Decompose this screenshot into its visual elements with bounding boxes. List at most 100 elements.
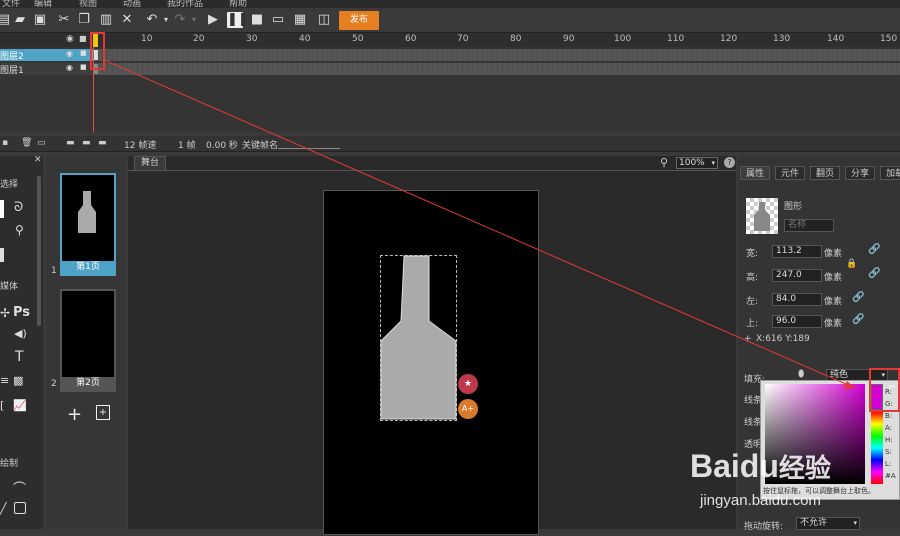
stage-tab[interactable]: 舞台 [134, 156, 166, 170]
effect-badge-icon[interactable]: ★ [458, 374, 478, 394]
watermark-brand-cn: 经验 [778, 453, 831, 483]
page-thumbnail[interactable]: 第2页 [60, 289, 116, 392]
eye-icon[interactable]: ◉ [66, 49, 73, 58]
line-icon[interactable]: ╱ [0, 502, 7, 515]
open-folder-icon[interactable]: ▰ [12, 12, 28, 28]
tab-loading[interactable]: 加载 [880, 166, 900, 180]
remove-frame-icon[interactable]: ▬ [98, 138, 107, 148]
height-field[interactable]: 247.0 [772, 269, 822, 282]
bracket-icon[interactable]: [ [0, 399, 4, 412]
close-icon[interactable]: ✕ [34, 155, 42, 165]
link-icon[interactable]: 🔗 [852, 292, 864, 303]
pause-icon[interactable]: ❚❚ [227, 12, 249, 28]
photoshop-icon[interactable]: Ps [13, 305, 30, 320]
hand-tool[interactable] [0, 248, 4, 262]
hue-slider[interactable] [871, 412, 883, 484]
delete-layer-icon[interactable]: 🗑 [21, 138, 32, 148]
keyframe-name-input[interactable] [278, 148, 340, 149]
cut-icon[interactable]: ✂ [56, 12, 72, 28]
zoom-select[interactable]: 100% ▾ [676, 157, 718, 169]
link-icon[interactable]: 🔗 [868, 244, 880, 255]
play-icon[interactable]: ▶ [205, 12, 221, 28]
add-page-icon[interactable]: + [67, 404, 82, 425]
layer-name: 图层2 [0, 52, 24, 62]
menu-animation[interactable]: 动画 [123, 0, 141, 8]
rectangle-icon[interactable] [14, 502, 26, 514]
name-field[interactable]: 名称 [784, 219, 834, 232]
ruler-tick: 150 [880, 34, 898, 44]
insert-keyframe-icon[interactable]: ▬ [82, 138, 91, 148]
qrcode-icon[interactable]: ▦ [292, 12, 308, 28]
publish-settings-icon[interactable]: ◫ [316, 12, 332, 28]
add-icon[interactable]: ✢ [0, 306, 10, 320]
watermark-brand: Baidu [690, 448, 779, 484]
drag-rotate-label: 拖动旋转: [744, 522, 784, 532]
audio-icon[interactable]: ◀) [14, 327, 27, 340]
insert-frame-icon[interactable]: ▬ [66, 138, 75, 148]
insert-page-icon[interactable]: + [96, 405, 110, 420]
eyedropper-icon[interactable]: ✒ [888, 382, 896, 393]
layer-row[interactable]: 图层2 ◉ ■ [0, 49, 900, 62]
menu-my-works[interactable]: 我的作品 [167, 0, 203, 8]
unit-label: 像素 [824, 249, 843, 259]
stop-icon[interactable]: ■ [249, 12, 265, 28]
image-icon[interactable]: ▩ [13, 374, 23, 387]
search-icon[interactable]: ⚲ [660, 156, 668, 169]
page-label: 第1页 [62, 261, 114, 274]
delete-icon[interactable]: ✕ [119, 12, 135, 28]
bottle-shape[interactable] [324, 191, 540, 536]
drag-rotate-select[interactable]: 不允许 ▾ [796, 517, 860, 530]
menu-help[interactable]: 帮助 [229, 0, 247, 8]
link-icon[interactable]: 🔗 [868, 268, 880, 279]
page-label: 第2页 [62, 377, 114, 390]
menu-edit[interactable]: 编辑 [34, 0, 52, 8]
list-icon[interactable]: ≡ [0, 374, 9, 387]
select-tool[interactable] [0, 200, 4, 218]
text-icon[interactable]: T [15, 349, 24, 365]
width-field[interactable]: 113.2 [772, 245, 822, 258]
publish-button[interactable]: 发布 [339, 11, 379, 30]
menu-view[interactable]: 视图 [79, 0, 97, 8]
preview-icon[interactable]: ▭ [270, 12, 286, 28]
keyframe-name-label: 关键帧名 [242, 141, 279, 151]
animation-badge-icon[interactable]: A+ [458, 399, 478, 419]
shape-preview [746, 198, 778, 234]
tab-elements[interactable]: 元件 [775, 166, 805, 180]
folder-icon[interactable]: ▭ [37, 138, 46, 148]
help-icon[interactable]: ? [724, 157, 735, 168]
lock-icon[interactable]: ■ [80, 63, 87, 71]
paste-icon[interactable]: ▥ [98, 12, 114, 28]
tab-page-turn[interactable]: 翻页 [810, 166, 840, 180]
tab-properties[interactable]: 属性 [740, 166, 770, 180]
curve-icon[interactable]: ⌒ [13, 478, 26, 497]
zoom-icon[interactable]: ⚲ [15, 223, 24, 237]
top-field[interactable]: 96.0 [772, 315, 822, 328]
left-field[interactable]: 84.0 [772, 293, 822, 306]
unit-label: 像素 [824, 319, 843, 329]
coords-readout: X:616 Y:189 [756, 334, 810, 344]
lasso-icon[interactable]: ᘐ [14, 200, 23, 215]
frame-track[interactable] [93, 49, 900, 61]
eye-icon[interactable]: ◉ [66, 34, 74, 44]
layer-row[interactable]: 图层1 ◉ ■ [0, 63, 900, 76]
top-label: 上: [746, 319, 759, 329]
menu-file[interactable]: 文件 [2, 0, 20, 8]
add-layer-icon[interactable]: ▪ [2, 138, 8, 148]
stage-canvas[interactable]: ★ A+ [323, 190, 539, 535]
plus-icon[interactable]: + [744, 334, 752, 344]
redo-dropdown-icon[interactable]: ▾ [186, 12, 202, 28]
eye-icon[interactable]: ◉ [66, 63, 73, 72]
tab-share[interactable]: 分享 [845, 166, 875, 180]
aspect-lock-icon[interactable]: 🔒 [846, 259, 857, 269]
lock-icon[interactable]: ■ [80, 49, 87, 57]
chart-icon[interactable]: 📈 [13, 399, 27, 412]
copy-icon[interactable]: ❐ [76, 12, 92, 28]
page-thumbnail[interactable]: 第1页 [60, 173, 116, 276]
link-icon[interactable]: 🔗 [852, 314, 864, 325]
save-icon[interactable]: ▣ [32, 12, 48, 28]
new-file-icon[interactable]: ▤ [0, 12, 12, 28]
tools-scrollbar[interactable] [37, 176, 41, 326]
paint-bucket-icon[interactable]: ⬮ [798, 369, 804, 380]
lock-icon[interactable]: ■ [79, 34, 87, 43]
frame-track[interactable] [93, 63, 900, 75]
